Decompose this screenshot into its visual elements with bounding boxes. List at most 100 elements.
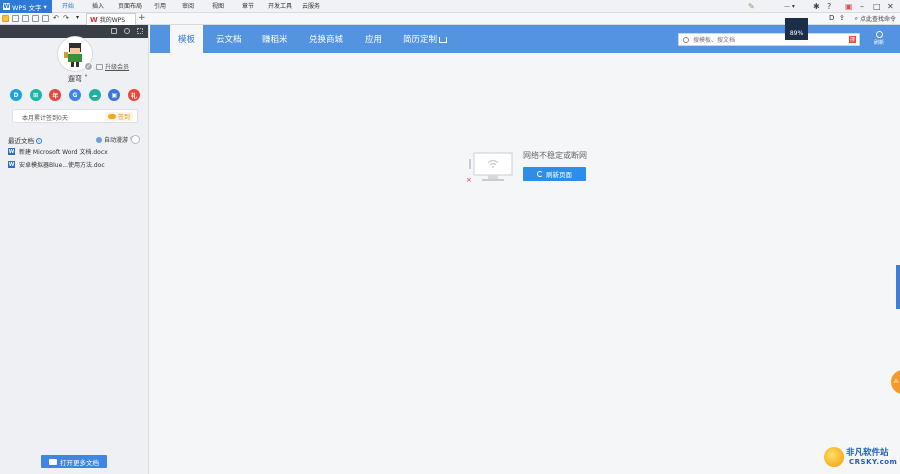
minimize-button[interactable]: – xyxy=(860,2,864,11)
tab-earn-rice[interactable]: 赚稻米 xyxy=(262,25,288,53)
calendar-icon[interactable]: 年 xyxy=(49,89,62,101)
print-icon[interactable] xyxy=(32,15,39,22)
main-panel: 模板 云文档 赚稻米 兑换商城 应用 简历定制 搜 89% 刷新 × 网络不稳定… xyxy=(150,18,900,474)
folder-icon xyxy=(49,458,57,465)
menu-item-view[interactable]: 视图 xyxy=(212,0,224,13)
upgrade-member-link[interactable]: 升级会员 xyxy=(96,62,129,71)
resume-label: 简历定制 xyxy=(403,35,438,45)
search-icon xyxy=(683,37,689,43)
reload-label: 刷新页面 xyxy=(546,171,572,179)
apps-grid-icon[interactable] xyxy=(137,28,143,34)
help-icon[interactable]: ? xyxy=(827,2,831,11)
settings-icon[interactable]: ✱ xyxy=(813,2,820,11)
roam-info-icon xyxy=(96,136,102,143)
message-icon[interactable] xyxy=(124,28,130,34)
reload-page-button[interactable]: 刷新页面 xyxy=(523,167,586,181)
quick-icons-row: D ⊞ 年 G ☁ ▣ 礼 xyxy=(10,89,140,101)
search-box: 搜 xyxy=(678,33,860,46)
reload-icon xyxy=(537,171,543,177)
redo-icon[interactable]: ↷ xyxy=(63,15,70,22)
tab-apps[interactable]: 应用 xyxy=(365,25,382,53)
username: 遛弯 ˚ xyxy=(68,75,88,83)
cloud-icon[interactable]: ☁ xyxy=(88,89,101,101)
wps-tab-icon: W xyxy=(90,15,98,24)
app-name: WPS 文字 xyxy=(12,3,42,12)
network-message: 网络不稳定或断网 xyxy=(523,151,587,160)
checkin-button[interactable]: 签到 xyxy=(104,112,133,121)
checkin-text: 本月累计签到0天 xyxy=(22,115,68,122)
chat-icon: ⁂ xyxy=(893,379,899,385)
restore-button[interactable]: □ xyxy=(873,2,881,11)
info-icon[interactable]: i xyxy=(36,138,42,144)
autorun-label: 自动漫游 xyxy=(104,137,129,144)
menu-item-insert[interactable]: 插入 xyxy=(92,0,104,13)
open-more-label: 打开更多文档 xyxy=(60,458,99,467)
menu-item-chapter[interactable]: 章节 xyxy=(242,0,254,13)
menu-item-layout[interactable]: 页面布局 xyxy=(118,0,142,13)
open-more-docs-button[interactable]: 打开更多文档 xyxy=(41,455,107,468)
doc-icon[interactable]: D xyxy=(829,14,834,22)
overflow-icon[interactable]: — ▾ xyxy=(784,2,795,11)
undo-icon[interactable]: ↶ xyxy=(53,15,60,22)
menu-box-icon[interactable]: ▣ xyxy=(845,2,853,11)
search-input[interactable] xyxy=(693,35,843,45)
menu-item-devtools[interactable]: 开发工具 xyxy=(268,0,292,13)
close-button[interactable]: ✕ xyxy=(887,2,894,11)
refresh-icon xyxy=(875,31,883,38)
diamond-icon xyxy=(96,63,103,70)
skin-icon[interactable]: ✎ xyxy=(748,2,755,11)
top-nav: 模板 云文档 赚稻米 兑换商城 应用 简历定制 搜 89% 刷新 xyxy=(150,18,900,53)
auto-roam-toggle[interactable] xyxy=(130,135,140,144)
refresh-button[interactable]: 刷新 xyxy=(872,31,886,46)
search-go-button[interactable]: 搜 xyxy=(849,36,856,43)
menu-item-review[interactable]: 审阅 xyxy=(182,0,194,13)
verify-badge-icon: ✓ xyxy=(84,62,93,71)
tab-templates[interactable]: 模板 xyxy=(170,25,204,53)
watermark-en: CRSKY.com xyxy=(849,458,898,466)
menu-bar: W WPS 文字 ▾ 开始 插入 页面布局 引用 审阅 视图 章节 开发工具 云… xyxy=(0,0,900,13)
customize-chevron-icon[interactable]: ▾ xyxy=(76,15,83,22)
chevron-down-icon: ▾ xyxy=(43,2,47,11)
list-item[interactable]: W 新建 Microsoft Word 文档.docx xyxy=(8,147,143,156)
d-icon[interactable]: D xyxy=(10,89,22,101)
auto-roam: 自动漫游 xyxy=(96,135,128,144)
file-name: 安卓模拟器Blue...使用方法.doc xyxy=(19,162,105,169)
lock-icon[interactable]: ▣ xyxy=(108,89,121,101)
recent-title: 最近文档 xyxy=(8,137,34,145)
upgrade-label: 升级会员 xyxy=(105,64,130,71)
watermark-logo-icon xyxy=(824,447,844,467)
network-error-illustration: × xyxy=(466,152,513,183)
lock-icon[interactable] xyxy=(111,28,117,34)
svg-text:×: × xyxy=(466,176,472,183)
file-name: 新建 Microsoft Word 文档.docx xyxy=(19,149,108,156)
menu-item-start[interactable]: 开始 xyxy=(62,0,74,13)
preview-icon[interactable] xyxy=(42,15,49,22)
find-command[interactable]: ⌕ 点此查找命令 xyxy=(854,14,896,24)
export-icon[interactable] xyxy=(22,15,29,22)
checkin-button-label: 签到 xyxy=(117,114,130,121)
g-icon[interactable]: G xyxy=(68,89,81,101)
app-menu-button[interactable]: W WPS 文字 ▾ xyxy=(0,0,52,13)
grid-icon[interactable]: ⊞ xyxy=(29,89,42,101)
list-item[interactable]: W 安卓模拟器Blue...使用方法.doc xyxy=(8,160,143,169)
tab-my-wps[interactable]: W 我的WPS xyxy=(86,13,136,25)
tab-exchange-mall[interactable]: 兑换商城 xyxy=(309,25,343,53)
save-icon[interactable] xyxy=(12,15,19,22)
tab-cloud-docs[interactable]: 云文档 xyxy=(216,25,242,53)
open-folder-icon[interactable] xyxy=(2,15,9,22)
quick-toolbar: ↶ ↷ ▾ W 我的WPS + D ⇪ ⌕ 点此查找命令 xyxy=(0,13,900,25)
crown-icon xyxy=(439,37,448,43)
checkin-panel: 本月累计签到0天 签到 xyxy=(12,109,138,123)
menu-item-reference[interactable]: 引用 xyxy=(154,0,166,13)
sidebar: ✓ 升级会员 遛弯 ˚ D ⊞ 年 G ☁ ▣ 礼 本月累计签到0天 签到 最近文档 i 自动… xyxy=(0,25,149,474)
new-tab-button[interactable]: + xyxy=(138,13,146,24)
tab-resume[interactable]: 简历定制 xyxy=(403,25,448,53)
cloud-icon xyxy=(107,114,116,119)
gift-icon[interactable]: 礼 xyxy=(127,89,140,101)
search-icon: ⌕ xyxy=(854,14,858,22)
menu-item-cloud[interactable]: 云服务 xyxy=(302,0,320,13)
side-scroll-handle[interactable] xyxy=(896,265,900,309)
site-watermark: 非凡软件站 CRSKY.com xyxy=(824,443,900,473)
share-icon[interactable]: ⇪ xyxy=(839,14,845,22)
zoom-indicator: 89% xyxy=(785,18,808,40)
